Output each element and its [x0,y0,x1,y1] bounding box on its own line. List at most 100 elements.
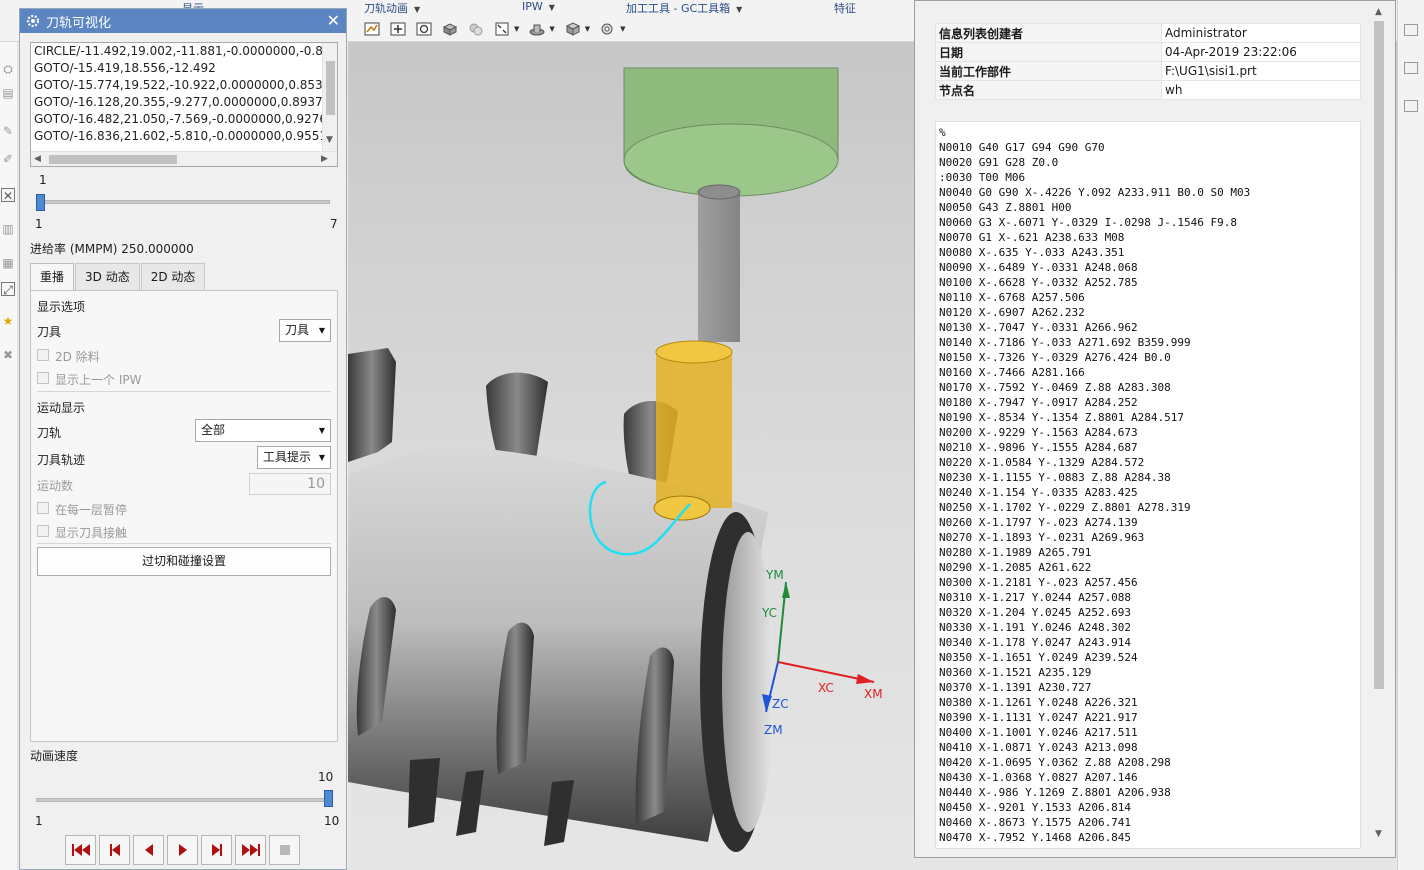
wrench-icon[interactable]: ✎ [1,124,15,138]
list-item[interactable]: GOTO/-15.419,18.556,-12.492 [31,60,337,77]
step-back-button[interactable] [99,835,130,865]
feature-icon[interactable]: ▥ [1,222,15,236]
panel-icon[interactable] [1404,100,1418,112]
motion-slider-thumb[interactable] [36,194,45,211]
anim-speed-label: 动画速度 [30,749,79,763]
chevron-up-icon[interactable]: ▲ [1375,7,1382,17]
scroll-thumb[interactable] [1374,21,1384,689]
close-icon[interactable]: ✕ [327,11,340,30]
checkbox-2d-remove[interactable] [37,349,49,361]
play-icon [178,844,187,856]
ipw-compare-icon[interactable] [466,19,486,39]
axis-label-xc: XC [818,681,834,695]
checkbox-show-contact[interactable] [37,525,49,537]
toolpath-select[interactable]: 全部 ▼ [195,419,331,442]
anim-speed-thumb[interactable] [324,790,333,807]
tab-bar: 重播 3D 动态 2D 动态 [30,263,206,292]
nc-code-line: N0080 X-.635 Y-.033 A243.351 [939,246,1125,259]
expand-icon[interactable]: ⤢ [1,282,15,297]
document-icon[interactable]: ▤ [1,86,15,100]
chevron-down-icon[interactable]: ▼ [585,25,590,33]
chevron-left-icon[interactable]: ◀ [34,154,41,164]
chevron-down-icon[interactable]: ▼ [326,135,333,145]
checkbox-show-prev-ipw[interactable] [37,372,49,384]
nc-code-line: N0010 G40 G17 G94 G90 G70 [939,141,1105,154]
star-icon[interactable]: ★ [1,314,15,328]
list-item[interactable]: GOTO/-16.482,21.050,-7.569,-0.0000000,0.… [31,111,337,128]
motion-slider-track[interactable] [40,200,330,204]
settings-gear-icon[interactable] [598,19,618,39]
nc-code-listing[interactable]: % N0010 G40 G17 G94 G90 G70 N0020 G91 G28 … [935,121,1361,849]
panel-icon[interactable] [1404,62,1418,74]
stop-button[interactable] [269,835,300,865]
motion-count-input[interactable]: 10 [249,473,331,495]
cross-box-icon[interactable]: ✕ [1,188,15,203]
anim-speed-track[interactable] [36,798,330,802]
tab-2d-dynamic[interactable]: 2D 动态 [140,263,206,291]
scroll-thumb[interactable] [326,61,335,115]
ribbon-group-feature[interactable]: 特征 [834,0,856,15]
fast-forward-end-button[interactable] [235,835,266,865]
tool-shank [698,192,740,342]
tab-replay[interactable]: 重播 [30,263,75,292]
panel-icon[interactable] [1404,24,1418,36]
nc-code-line: N0050 G43 Z.8801 H00 [939,201,1072,214]
display-toolpath-icon[interactable] [388,19,408,39]
info-key: 信息列表创建者 [935,23,1162,43]
tool-holder-icon[interactable] [527,19,547,39]
info-value: 04-Apr-2019 23:22:06 [1161,42,1361,62]
chevron-down-icon[interactable]: ▼ [1375,829,1382,839]
verify-toolpath-icon[interactable] [362,19,382,39]
cls-listbox[interactable]: CIRCLE/-11.492,19.002,-11.881,-0.0000000… [30,42,338,167]
chevron-down-icon[interactable]: ▼ [620,25,625,33]
gouge-collision-settings-button[interactable]: 过切和碰撞设置 [37,547,331,576]
fit-view-icon[interactable] [492,19,512,39]
ribbon-group-ipw[interactable]: IPW ▼ [522,0,555,13]
ribbon-group-gc-toolbox[interactable]: 加工工具 - GC工具箱 ▼ [626,0,742,15]
rewind-start-icon [71,844,90,856]
blank-solid-icon[interactable] [563,19,583,39]
part-navigator-icon[interactable]: ⛭ [1,62,15,76]
nc-code-line: N0360 X-1.1521 A235.129 [939,666,1092,679]
horizontal-scrollbar[interactable]: ◀ ▶ [31,151,337,166]
tab-3d-dynamic[interactable]: 3D 动态 [75,263,140,291]
nc-code-line: N0220 X-1.0584 Y-.1329 A284.572 [939,456,1145,469]
divider [37,391,331,392]
list-item[interactable]: GOTO/-16.836,21.602,-5.810,-0.0000000,0.… [31,128,337,145]
dialog-title-bar[interactable]: 刀轨可视化 ✕ [20,9,346,33]
information-window: 信息列表创建者 Administrator 日期 04-Apr-2019 23:22… [914,0,1396,858]
play-button[interactable] [167,835,198,865]
ipw-solid-icon[interactable] [440,19,460,39]
nc-code-line: N0270 X-1.1893 Y-.0231 A269.963 [939,531,1145,544]
nc-code-line: N0110 X-.6768 A257.506 [939,291,1085,304]
scroll-thumb[interactable] [49,155,177,164]
rewind-start-button[interactable] [65,835,96,865]
pen-icon[interactable]: ✐ [1,152,15,166]
stop-icon [279,845,290,855]
layer-icon[interactable]: ▦ [1,256,15,270]
chevron-down-icon[interactable]: ▼ [549,25,554,33]
step-forward-button[interactable] [201,835,232,865]
axis-label-yc: YC [761,606,777,620]
tool-display-select[interactable]: 刀具 ▼ [279,319,331,342]
toolpath-label: 刀轨 [37,426,62,440]
table-row: 节点名 wh [935,80,1361,100]
nc-code-line: N0060 G3 X-.6071 Y-.0329 I-.0298 J-.1546… [939,216,1238,229]
chevron-right-icon[interactable]: ▶ [321,154,328,164]
ribbon-group-toolpath-anim[interactable]: 刀轨动画 ▼ [364,0,420,15]
replay-icon[interactable] [414,19,434,39]
list-item[interactable]: GOTO/-15.774,19.522,-10.922,0.0000000,0.… [31,77,337,94]
nc-code-line: N0450 X-.9201 Y.1533 A206.814 [939,801,1132,814]
chevron-down-icon[interactable]: ▼ [514,25,519,33]
vertical-scrollbar[interactable]: ▼ [322,43,337,151]
play-reverse-button[interactable] [133,835,164,865]
vertical-scrollbar[interactable]: ▲ ▼ [1371,5,1387,843]
list-item[interactable]: CIRCLE/-11.492,19.002,-11.881,-0.0000000… [31,43,337,60]
tool-trace-select[interactable]: 工具提示 ▼ [257,446,331,469]
nc-code-line: N0200 X-.9229 Y-.1563 A284.673 [939,426,1138,439]
checkbox-pause-each-layer[interactable] [37,502,49,514]
list-item[interactable]: GOTO/-16.128,20.355,-9.277,0.0000000,0.8… [31,94,337,111]
remove-icon[interactable]: ✖ [1,348,15,362]
tool-label: 刀具 [37,325,62,339]
nc-code-line: N0120 X-.6907 A262.232 [939,306,1085,319]
